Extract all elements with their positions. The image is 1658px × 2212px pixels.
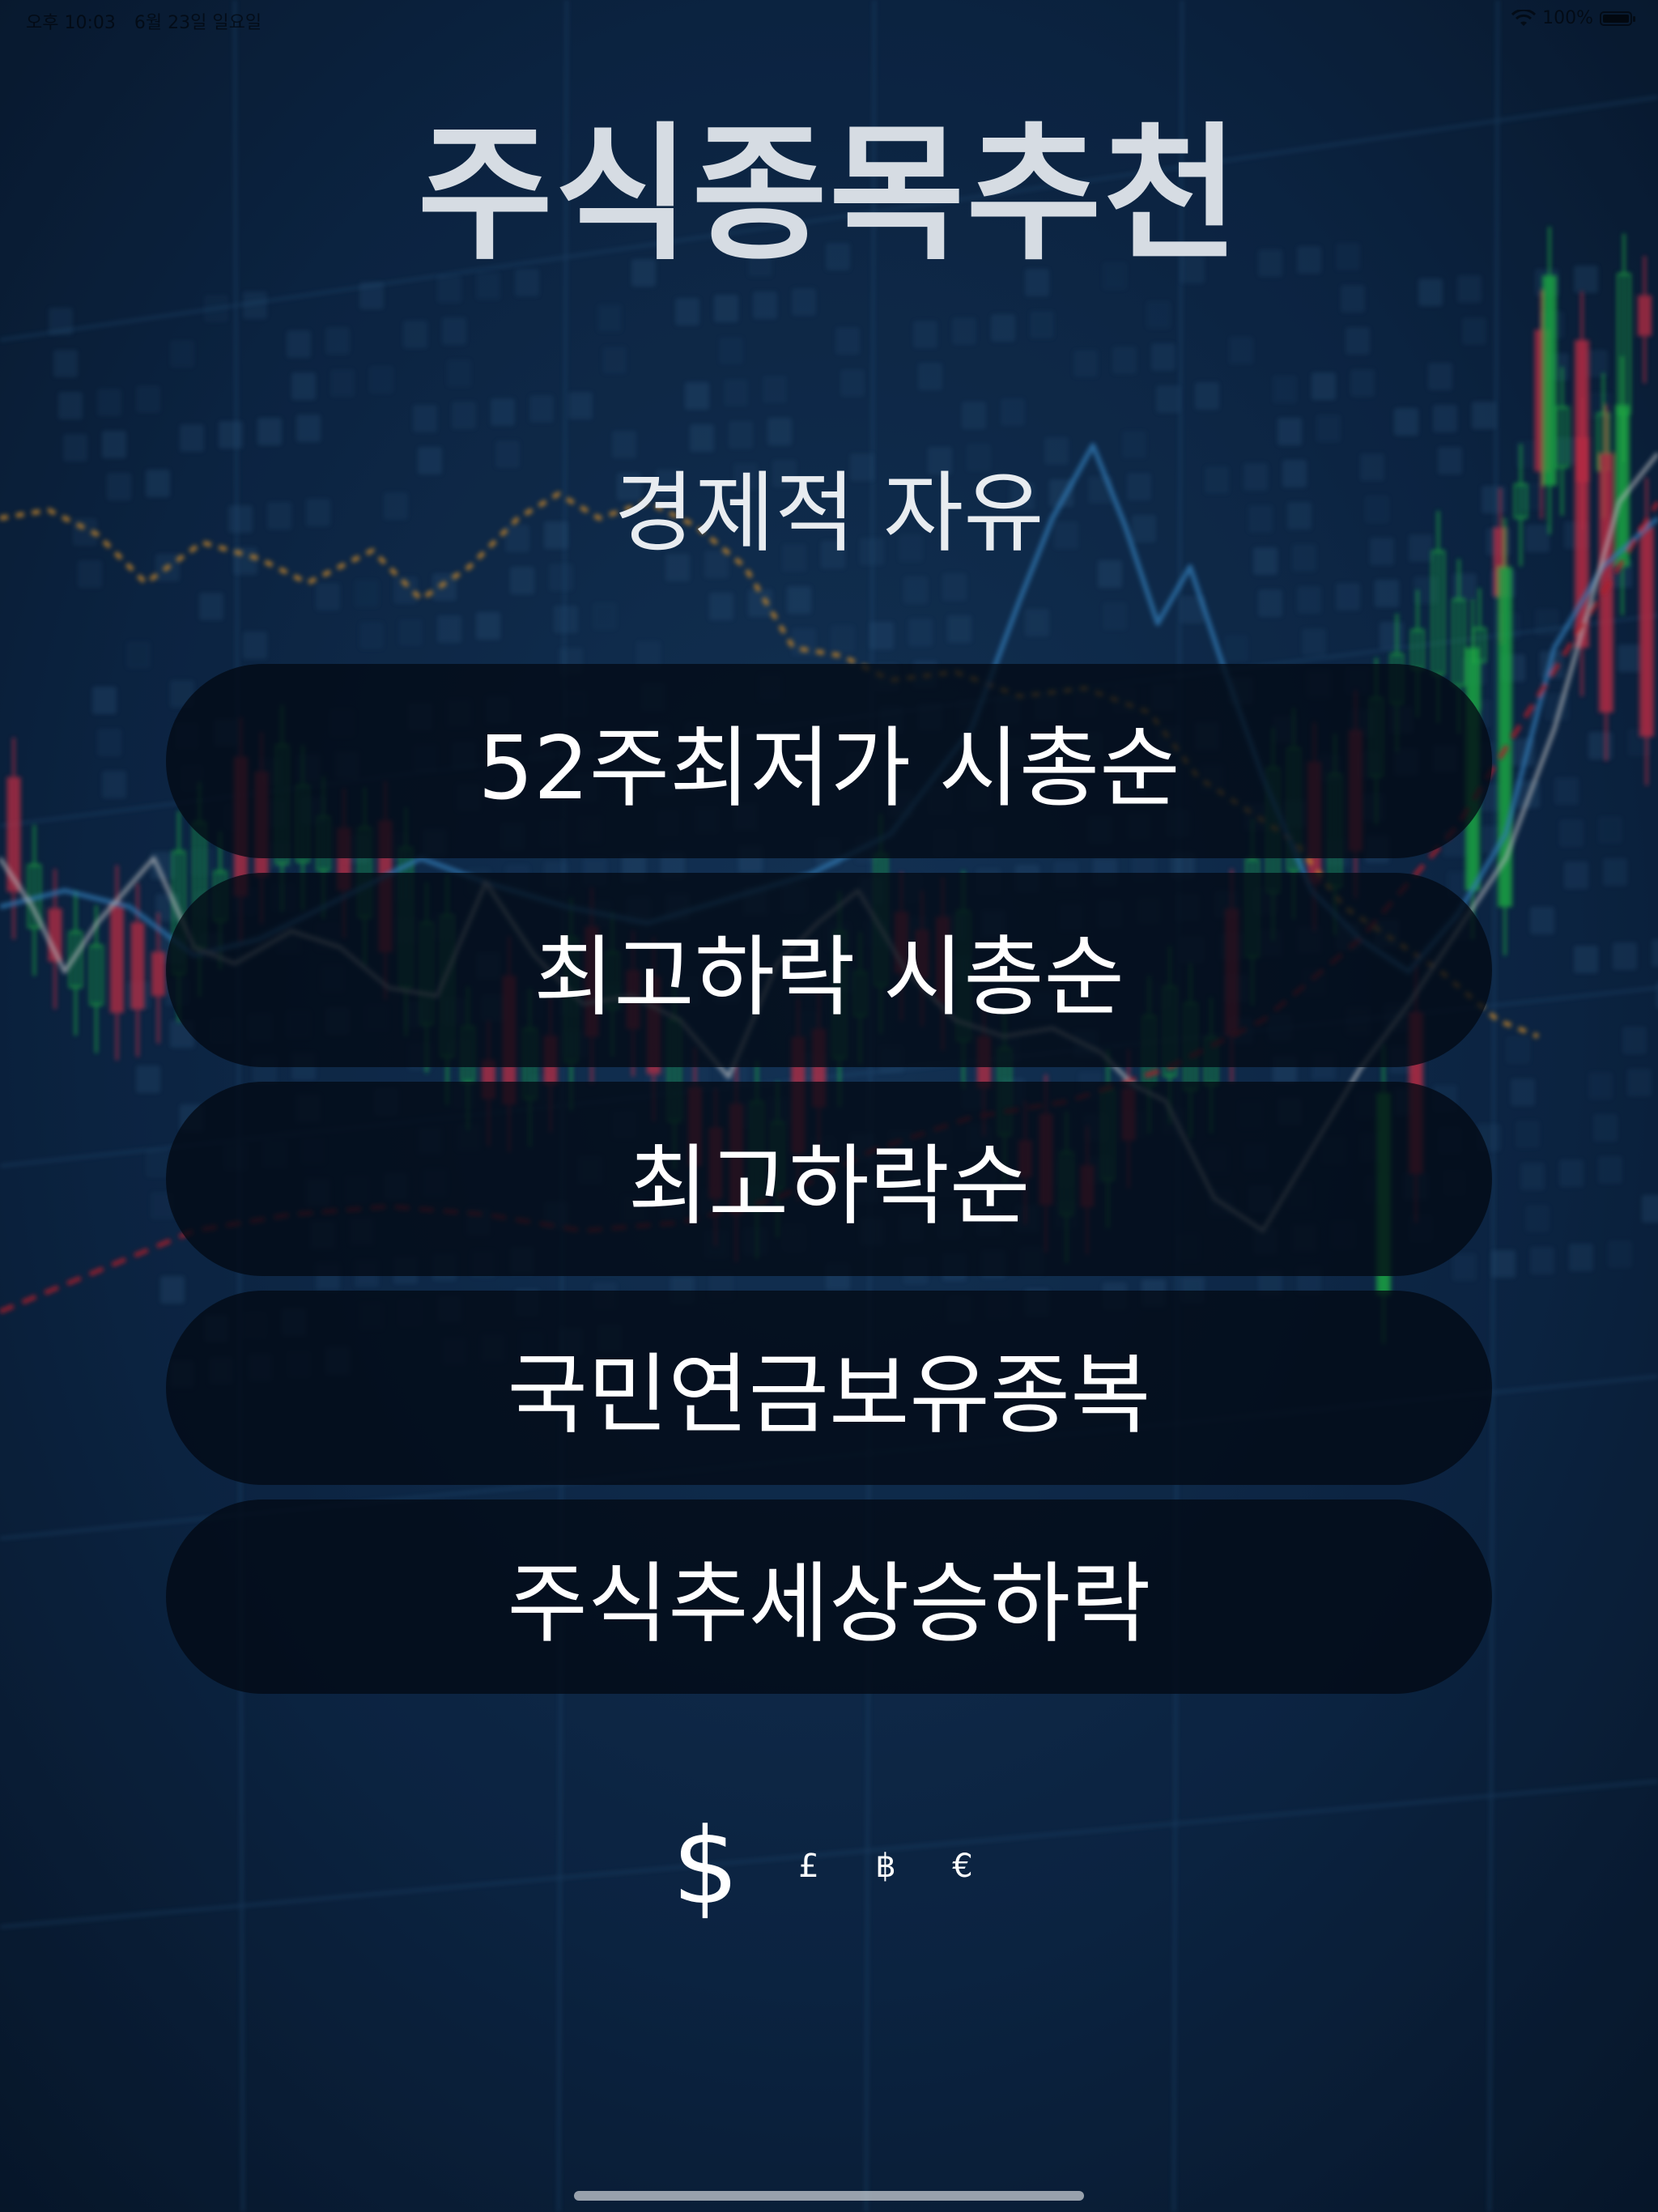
euro-icon: € <box>952 1848 973 1885</box>
pound-icon: £ <box>798 1848 819 1885</box>
status-date: 6월 23일 일요일 <box>134 13 262 33</box>
status-bar: 오후 10:03 6월 23일 일요일 100% <box>0 0 1658 37</box>
menu-button-pension-holdings[interactable]: 국민연금보유종복 <box>166 1291 1492 1485</box>
page-title: 주식종목추천 <box>417 108 1241 280</box>
menu-button-max-drop[interactable]: 최고하락순 <box>166 1082 1492 1276</box>
home-indicator[interactable] <box>574 2191 1084 2201</box>
status-time: 오후 10:03 <box>26 13 116 33</box>
baht-icon: ฿ <box>875 1848 896 1885</box>
menu-button-52week-low[interactable]: 52주최저가 시총순 <box>166 664 1492 858</box>
battery-percent: 100% <box>1542 8 1593 28</box>
menu-button-trend[interactable]: 주식추세상승하락 <box>166 1499 1492 1694</box>
wifi-icon <box>1511 9 1537 26</box>
page-subtitle: 경제적 자유 <box>614 463 1044 564</box>
menu-button-max-drop-market-cap[interactable]: 최고하락 시총순 <box>166 873 1492 1067</box>
dollar-icon: $ <box>672 1805 739 1928</box>
currency-icons: $ £ ฿ € <box>0 1805 1658 1928</box>
status-right: 100% <box>1511 8 1635 28</box>
status-left: 오후 10:03 6월 23일 일요일 <box>26 8 274 34</box>
battery-icon <box>1600 11 1635 26</box>
